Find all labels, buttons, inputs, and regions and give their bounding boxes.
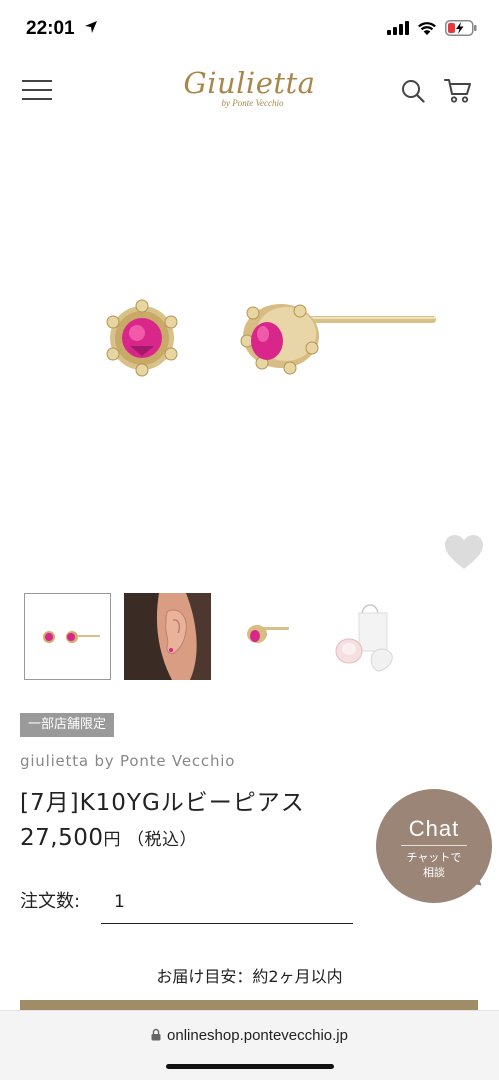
product-title: [7月]K10YGルビーピアス [20,790,305,816]
cellular-signal-icon [387,21,409,35]
earring-front-image [106,299,178,377]
product-main-image[interactable] [0,128,499,583]
thumbnail-earrings-pair[interactable] [24,593,111,680]
logo-sub-text: by Ponte Vecchio [221,98,284,108]
limited-store-badge: 一部店舗限定 [20,713,115,737]
search-icon[interactable] [401,79,425,103]
cart-icon[interactable] [444,78,472,104]
quantity-label: 注文数: [20,891,81,912]
thumbnail-earring-on-ear[interactable] [124,593,211,680]
url-display[interactable]: onlineshop.pontevecchio.jp [0,1027,499,1044]
browser-address-bar: onlineshop.pontevecchio.jp [0,1010,499,1080]
quantity-field[interactable] [101,880,353,924]
logo-main-text: Giulietta [183,66,316,100]
delivery-estimate: お届け目安：約2ヶ月以内 [156,967,343,986]
chat-sub-line2: 相談 [423,866,445,879]
status-time: 22:01 [26,18,75,39]
thumbnail-gallery [24,593,484,680]
price-value: 27,500 [20,825,104,851]
status-icons [387,20,477,36]
chat-title: Chat [408,816,460,841]
earring-side-image [240,304,436,375]
lock-icon [151,1028,161,1041]
status-bar: 22:01 [0,0,499,58]
site-header: Giulietta by Ponte Vecchio [0,58,499,128]
price-tax-label: （税込） [126,830,197,850]
wifi-icon [418,21,436,35]
location-arrow-icon [85,21,97,33]
product-brand[interactable]: giulietta by Ponte Vecchio [20,752,235,770]
favorite-heart-icon[interactable] [444,534,484,570]
chat-button[interactable]: Chat チャットで 相談 [376,789,492,903]
product-price: 27,500円 （税込） [20,825,197,851]
chat-divider [401,845,467,846]
price-unit: 円 [103,830,121,850]
thumbnail-gift-packaging[interactable] [324,593,411,680]
chat-sub-line1: チャットで [406,851,462,864]
battery-charging-icon [445,20,477,36]
url-text: onlineshop.pontevecchio.jp [167,1027,348,1044]
home-indicator[interactable] [166,1064,334,1069]
thumbnail-earring-side[interactable] [224,593,311,680]
